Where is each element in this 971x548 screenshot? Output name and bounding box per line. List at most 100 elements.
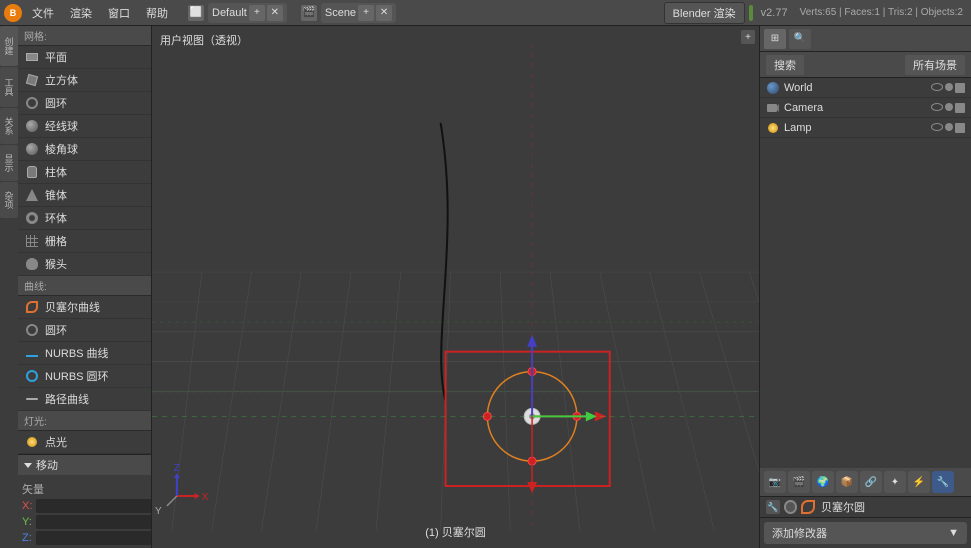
camera-select-icon[interactable] — [945, 103, 953, 111]
prop-render-btn[interactable]: 📷 — [764, 471, 786, 493]
sidebar-tab-display[interactable]: 显示 — [0, 145, 18, 181]
move-panel-body: 矢量 X: Y: Z: 约束轴 — [18, 475, 151, 548]
main-layout: 创建 工具 关系 显示 杂项 网格: 平面 立方体 圆环 经线球 — [0, 26, 971, 548]
lamp-select-icon[interactable] — [945, 123, 953, 131]
viewport-expand-btn[interactable]: + — [741, 30, 755, 44]
grid-icon — [24, 233, 40, 249]
x-label: X: — [22, 500, 32, 512]
sidebar-item-nurbs-curve[interactable]: NURBS 曲线 — [18, 342, 151, 365]
camera-render-icon[interactable] — [955, 103, 965, 113]
move-panel-toggle — [24, 463, 32, 468]
sidebar-tab-relations[interactable]: 关系 — [0, 108, 18, 144]
viewport[interactable]: 用户视图（透视） + — [152, 26, 759, 548]
z-label: Z: — [22, 532, 32, 544]
viewport-scene: X Z Y — [152, 26, 759, 548]
viewport-object-label: (1) 贝塞尔圆 — [425, 524, 486, 540]
right-tab-search[interactable]: 🔍 — [789, 29, 811, 49]
sidebar-item-plane[interactable]: 平面 — [18, 46, 151, 69]
sidebar-item-monkey[interactable]: 猴头 — [18, 253, 151, 276]
z-field-row: Z: — [22, 531, 147, 545]
world-select-icon[interactable] — [945, 83, 953, 91]
sidebar-item-uvsphere[interactable]: 经线球 — [18, 115, 151, 138]
svg-text:Y: Y — [155, 506, 162, 517]
mesh-header: 网格: — [18, 26, 151, 46]
lamp-render-icon[interactable] — [955, 123, 965, 133]
sidebar-tab-tools[interactable]: 工具 — [0, 67, 18, 107]
scene-all-btn[interactable]: 所有场景 — [905, 55, 965, 75]
menu-file[interactable]: 文件 — [26, 3, 60, 23]
layout-segment: Default + ✕ — [208, 3, 287, 23]
lamp-eye-icon[interactable] — [931, 123, 943, 131]
sidebar-item-circle[interactable]: 圆环 — [18, 92, 151, 115]
prop-physics-btn[interactable]: ⚡ — [908, 471, 930, 493]
icosphere-label: 棱角球 — [45, 141, 78, 157]
outliner-item-camera[interactable]: Camera — [760, 98, 971, 118]
version-label: v2.77 — [757, 7, 792, 19]
add-modifier-dropdown[interactable]: 添加修改器 ▼ — [764, 522, 967, 544]
y-label: Y: — [22, 516, 32, 528]
viewport-label: 用户视图（透视） — [160, 32, 248, 48]
path-icon — [24, 391, 40, 407]
torus-label: 环体 — [45, 210, 67, 226]
sidebar-item-torus[interactable]: 环体 — [18, 207, 151, 230]
sidebar-item-path[interactable]: 路径曲线 — [18, 388, 151, 411]
menu-render[interactable]: 渲染 — [64, 3, 98, 23]
scene-search-btn[interactable]: 搜索 — [766, 55, 804, 75]
sidebar-item-bezier[interactable]: 贝塞尔曲线 — [18, 296, 151, 319]
sidebar-item-curve-circle[interactable]: 圆环 — [18, 319, 151, 342]
scene-type-icon[interactable]: 🎬 — [301, 5, 317, 21]
sidebar-tab-misc[interactable]: 杂项 — [0, 182, 18, 218]
add-modifier-arrow: ▼ — [948, 527, 959, 539]
add-modifier-label: 添加修改器 — [772, 525, 827, 541]
z-input[interactable] — [36, 531, 152, 545]
plane-icon — [24, 49, 40, 65]
add-modifier-area: 添加修改器 ▼ — [760, 518, 971, 548]
render-engine-dropdown[interactable]: Blender 渲染 — [664, 2, 745, 24]
sidebar-item-icosphere[interactable]: 棱角球 — [18, 138, 151, 161]
torus-icon — [24, 210, 40, 226]
sidebar-item-lamp[interactable]: 点光 — [18, 431, 151, 454]
menu-window[interactable]: 窗口 — [102, 3, 136, 23]
world-outliner-icon — [766, 81, 780, 95]
curve-header: 曲线: — [18, 276, 151, 296]
world-eye-icon[interactable] — [931, 83, 943, 91]
sidebar-item-nurbs-circle[interactable]: NURBS 圆环 — [18, 365, 151, 388]
prop-object-btn[interactable]: 📦 — [836, 471, 858, 493]
right-top-bar: ⊞ 🔍 — [760, 26, 971, 52]
prop-scene-btn[interactable]: 🎬 — [788, 471, 810, 493]
props-wrench-icon: 🔧 — [766, 500, 780, 514]
prop-modifier-btn[interactable]: 🔧 — [932, 471, 954, 493]
sidebar-item-cylinder[interactable]: 柱体 — [18, 161, 151, 184]
y-input[interactable] — [36, 515, 152, 529]
light-header: 灯光: — [18, 411, 151, 431]
stats-label: Verts:65 | Faces:1 | Tris:2 | Objects:2 — [796, 7, 967, 18]
nurbs-circle-label: NURBS 圆环 — [45, 368, 109, 384]
outliner-item-world[interactable]: World — [760, 78, 971, 98]
sidebar-item-cone[interactable]: 锥体 — [18, 184, 151, 207]
sidebar-item-grid[interactable]: 栅格 — [18, 230, 151, 253]
x-field-row: X: — [22, 499, 147, 513]
layout-add-btn[interactable]: + — [249, 5, 265, 21]
monkey-icon — [24, 256, 40, 272]
prop-world-btn[interactable]: 🌍 — [812, 471, 834, 493]
svg-text:X: X — [202, 492, 209, 503]
x-input[interactable] — [36, 499, 152, 513]
prop-constraints-btn[interactable]: 🔗 — [860, 471, 882, 493]
outliner-item-lamp[interactable]: Lamp — [760, 118, 971, 138]
sidebar-content: 网格: 平面 立方体 圆环 经线球 棱角球 — [18, 26, 151, 548]
camera-eye-icon[interactable] — [931, 103, 943, 111]
nurbs-circle-icon — [24, 368, 40, 384]
sidebar-item-cube[interactable]: 立方体 — [18, 69, 151, 92]
menu-help[interactable]: 帮助 — [140, 3, 174, 23]
world-render-icon[interactable] — [955, 83, 965, 93]
sidebar-tab-create[interactable]: 创建 — [0, 26, 18, 66]
editor-type-icon[interactable]: ⬜ — [188, 5, 204, 21]
right-tab-view[interactable]: ⊞ — [764, 29, 786, 49]
scene-add-btn[interactable]: + — [358, 5, 374, 21]
scene-del-btn[interactable]: ✕ — [376, 5, 392, 21]
props-object-name-input[interactable] — [819, 500, 965, 514]
circle-icon — [24, 95, 40, 111]
prop-particles-btn[interactable]: ✦ — [884, 471, 906, 493]
move-panel-header[interactable]: 移动 — [18, 454, 151, 475]
layout-del-btn[interactable]: ✕ — [267, 5, 283, 21]
